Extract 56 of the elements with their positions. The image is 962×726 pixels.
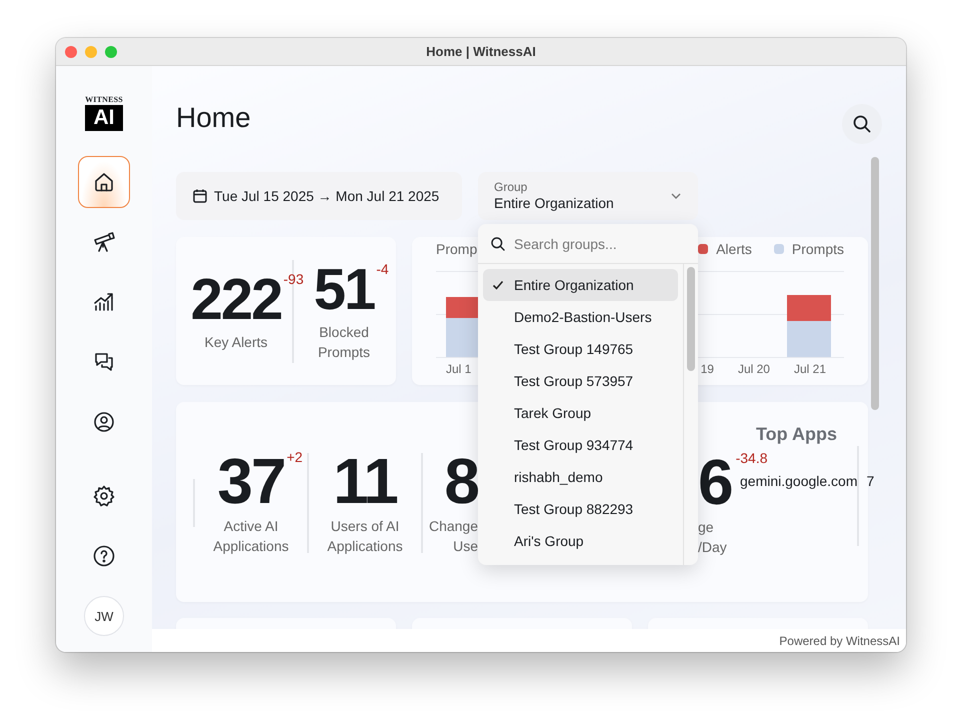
stat-value: 11 — [333, 449, 397, 513]
scrollbar-thumb[interactable] — [871, 157, 879, 410]
settings-icon — [92, 484, 116, 508]
chat-icon — [92, 350, 116, 374]
user-avatar[interactable]: JW — [84, 596, 124, 636]
stat-label: Users of AI Applications — [327, 517, 403, 556]
stat-delta: +2 — [286, 449, 303, 465]
group-option[interactable]: Test Group 934774 — [483, 429, 678, 461]
date-range-button[interactable]: Tue Jul 15 2025 → Mon Jul 21 2025 — [176, 172, 462, 220]
axis-label: Jul 21 — [794, 362, 826, 376]
group-option[interactable]: Test Group 882293 — [483, 493, 678, 525]
app-count: 7 — [866, 472, 874, 491]
page-title: Home — [176, 101, 251, 135]
group-option[interactable]: Test Group 149765 — [483, 333, 678, 365]
user-icon — [92, 410, 116, 434]
stat-label: Blocked Prompts — [318, 322, 370, 362]
window-title: Home | WitnessAI — [426, 44, 536, 59]
footer-text: Powered by WitnessAI — [779, 634, 900, 648]
group-option[interactable]: rishabh_demo — [483, 461, 678, 493]
group-option[interactable]: Demo2-Bastion-Users — [483, 301, 678, 333]
nav-button[interactable] — [78, 156, 130, 208]
axis-label: 19 — [700, 362, 714, 376]
check-icon — [492, 279, 504, 291]
search-icon — [490, 236, 506, 252]
stat-label: Change Use — [428, 517, 478, 556]
axis-label: Jul 20 — [738, 362, 770, 376]
group-option[interactable]: Ari's Group — [483, 525, 678, 557]
stat-delta: -93 — [283, 270, 304, 286]
group-option[interactable]: Tarek Group — [483, 397, 678, 429]
stat-label: Key Alerts — [204, 332, 268, 352]
close-button[interactable] — [65, 46, 77, 58]
search-field[interactable]: Search groups... — [514, 224, 698, 263]
help-icon — [92, 544, 116, 568]
calendar-icon — [192, 188, 208, 204]
stat-delta: -4 — [376, 260, 389, 276]
alerts-bar — [787, 295, 831, 321]
section-title: Top Apps — [756, 423, 838, 446]
group-option[interactable]: Entire Organization — [483, 269, 678, 301]
legend-label: Prompts — [792, 241, 844, 257]
axis-label: Jul 1 — [446, 362, 472, 376]
logo-mark: AI — [85, 105, 123, 131]
search-button[interactable] — [842, 104, 882, 144]
telescope-icon — [92, 230, 116, 254]
search-icon — [852, 114, 872, 134]
stat-label: ge /Day — [698, 518, 727, 557]
app-name: gemini.google.com — [740, 472, 858, 491]
logo-wordmark: WITNESS — [85, 95, 123, 105]
scrollbar-thumb[interactable] — [687, 267, 695, 371]
stat-label: Active AI Applications — [213, 517, 289, 556]
home-icon — [92, 170, 116, 194]
chart-title: Promp — [436, 241, 478, 257]
stat-value: 8 — [444, 449, 478, 513]
legend-label: Alerts — [716, 241, 752, 257]
prompts-bar — [787, 321, 831, 357]
group-option[interactable]: Test Group 573957 — [483, 365, 678, 397]
group-select[interactable]: Group Entire Organization — [478, 172, 698, 220]
